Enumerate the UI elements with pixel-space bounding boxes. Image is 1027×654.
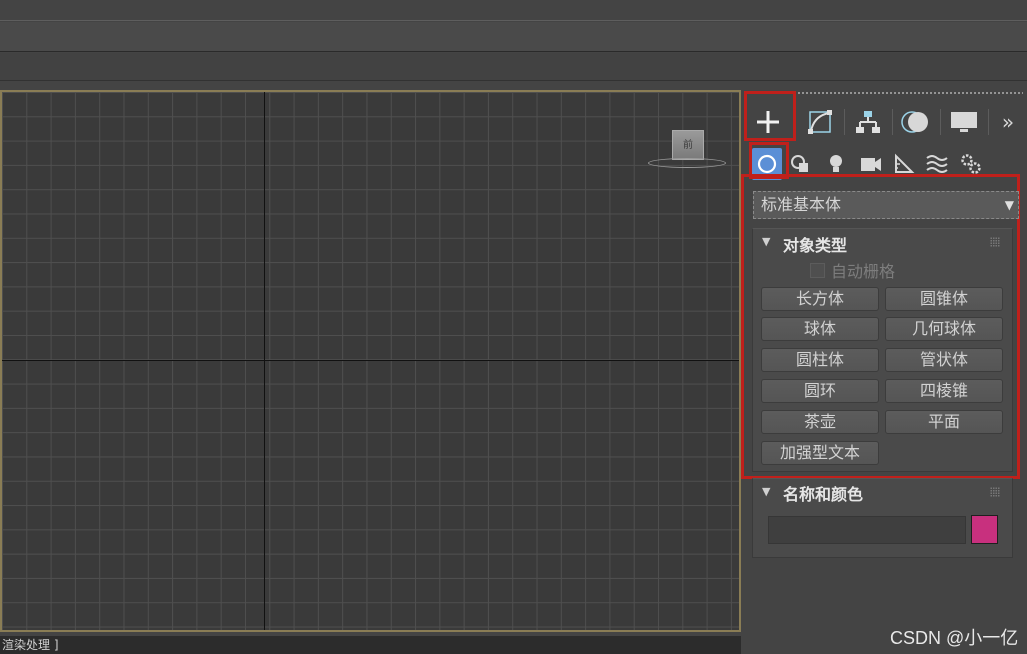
geosphere-button[interactable]: 几何球体 [885,317,1003,341]
space-warps-icon [926,155,948,173]
object-type-title[interactable]: 对象类型 [783,232,847,256]
monitor-icon [951,112,977,132]
viewcube-compass-ring[interactable] [648,158,726,168]
category-helpers[interactable] [889,148,919,180]
collapse-triangle-icon[interactable]: ▼ [762,485,770,498]
tab-modify[interactable] [796,101,844,143]
cone-button[interactable]: 圆锥体 [885,287,1003,311]
collapse-triangle-icon[interactable]: ▼ [762,235,770,248]
tab-more-button[interactable]: » [990,101,1026,143]
menu-bar [0,22,1027,52]
category-space-warps[interactable] [922,148,952,180]
dropdown-selected-value: 标准基本体 [761,195,842,214]
shapes-icon [791,155,808,172]
name-and-color-title[interactable]: 名称和颜色 [783,481,863,505]
box-button[interactable]: 长方体 [761,287,879,311]
perspective-viewport[interactable]: 前 [0,90,741,632]
command-panel-tabs: » [744,101,1027,143]
viewcube[interactable]: 前 [672,130,704,160]
pyramid-button[interactable]: 四棱锥 [885,379,1003,403]
create-category-bar [750,146,1023,182]
panel-drag-handle[interactable] [753,91,1023,95]
cylinder-button[interactable]: 圆柱体 [761,348,879,372]
tube-button[interactable]: 管状体 [885,348,1003,372]
object-color-swatch[interactable] [971,515,998,544]
category-cameras[interactable] [856,148,886,180]
status-text: 渲染处理 ] [0,636,741,654]
hierarchy-icon [856,111,880,133]
modify-curve-icon [808,110,832,134]
world-axis-vertical [264,92,265,630]
systems-icon [961,154,981,174]
tab-separator [794,109,795,135]
sphere-button[interactable]: 球体 [761,317,879,341]
plane-button[interactable]: 平面 [885,410,1003,434]
helpers-icon [895,153,915,173]
title-bar [0,0,1027,21]
autogrid-label: 自动栅格 [831,262,896,281]
category-systems[interactable] [956,148,986,180]
cameras-icon [861,158,881,171]
motion-icon [901,111,928,133]
watermark: CSDN @小一亿 [890,628,1019,648]
autogrid-checkbox[interactable] [810,262,825,278]
torus-button[interactable]: 圆环 [761,379,879,403]
chevron-down-icon: ▼ [1004,198,1014,212]
category-shapes[interactable] [786,148,816,180]
primitive-type-dropdown[interactable]: 标准基本体 ▼ [753,191,1019,219]
tab-hierarchy[interactable] [844,101,892,143]
category-lights[interactable] [821,148,851,180]
plus-icon [757,111,779,133]
teapot-button[interactable]: 茶壶 [761,410,879,434]
world-axis-horizontal [2,360,739,361]
category-geometry[interactable] [752,148,782,180]
geometry-icon [757,154,777,174]
autogrid-option[interactable]: 自动栅格 [810,260,896,281]
rollout-grip-icon[interactable] [990,237,1000,247]
toolbar [0,53,1027,81]
tab-motion[interactable] [892,101,940,143]
tab-create[interactable] [744,101,792,143]
object-name-input[interactable] [768,516,966,544]
tab-separator [988,109,989,135]
tab-display[interactable] [940,101,988,143]
lights-icon [830,155,842,172]
text-plus-button[interactable]: 加强型文本 [761,441,879,465]
rollout-grip-icon[interactable] [990,487,1000,497]
